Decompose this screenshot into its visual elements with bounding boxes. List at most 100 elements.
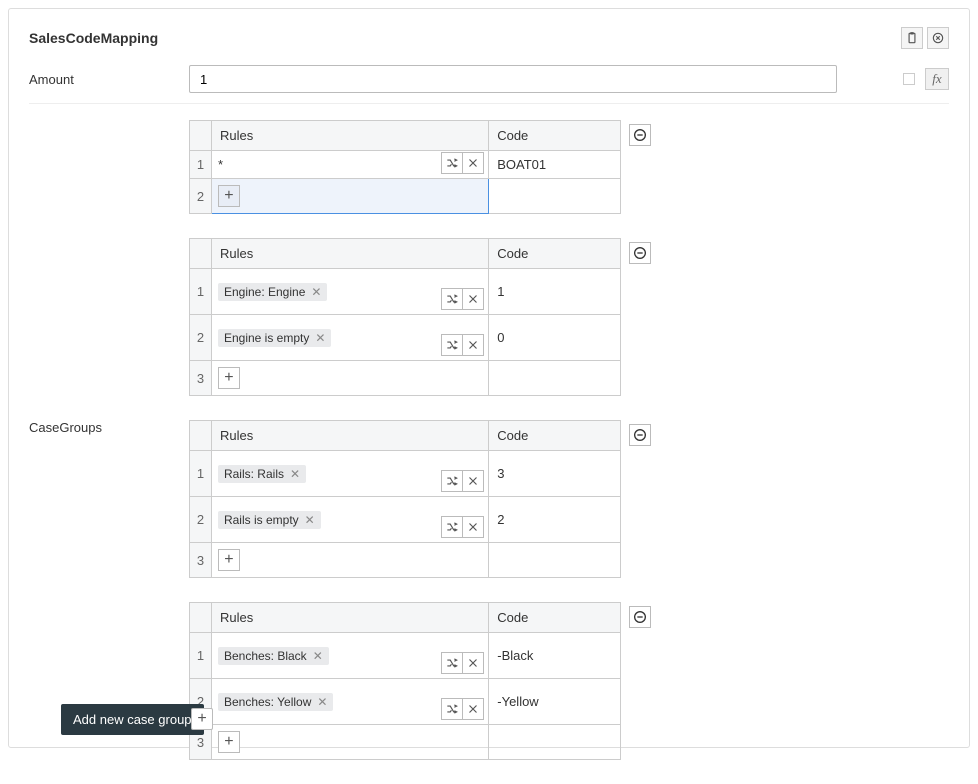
rule-cell[interactable]: Rails: Rails✕ xyxy=(211,451,488,497)
case-group-table: RulesCode1*BOAT012+ xyxy=(189,120,621,214)
clear-rule-button[interactable] xyxy=(462,288,484,310)
rule-tag[interactable]: Engine is empty✕ xyxy=(218,329,331,347)
rule-tag-text: Benches: Yellow xyxy=(224,695,311,709)
rule-cell[interactable]: Benches: Yellow ✕ xyxy=(211,679,488,725)
col-rules-header: Rules xyxy=(211,239,488,269)
shuffle-icon xyxy=(445,292,459,306)
case-group-table: RulesCode1Benches: Black✕-Black2Benches:… xyxy=(189,602,621,760)
rule-actions xyxy=(442,652,484,674)
add-rule-cell: + xyxy=(211,179,488,214)
col-idx-header xyxy=(190,121,212,151)
clear-rule-button[interactable] xyxy=(462,470,484,492)
table-row: 3+ xyxy=(190,725,621,760)
amount-row: Amount fx xyxy=(29,65,949,93)
clear-rule-button[interactable] xyxy=(462,698,484,720)
minus-circle-icon xyxy=(632,127,648,143)
sales-code-mapping-panel: SalesCodeMapping Amount fx CaseGroups Ru… xyxy=(8,8,970,748)
add-rule-button[interactable]: + xyxy=(218,549,240,571)
rule-cell[interactable]: * xyxy=(211,151,488,179)
code-cell[interactable] xyxy=(489,725,621,760)
row-index: 3 xyxy=(190,361,212,396)
clear-rule-button[interactable] xyxy=(462,152,484,174)
amount-checkbox[interactable] xyxy=(903,73,915,85)
code-cell[interactable]: 0 xyxy=(489,315,621,361)
rule-tag-text: Benches: Black xyxy=(224,649,307,663)
add-rule-cell: + xyxy=(211,725,488,760)
remove-tag-icon[interactable]: ✕ xyxy=(290,467,300,481)
shuffle-button[interactable] xyxy=(441,288,463,310)
rule-tag[interactable]: Rails is empty✕ xyxy=(218,511,321,529)
shuffle-button[interactable] xyxy=(441,652,463,674)
code-cell[interactable]: -Black xyxy=(489,633,621,679)
collapse-group-button[interactable] xyxy=(629,424,651,446)
x-icon xyxy=(466,702,480,716)
table-row: 2 Engine is empty✕ 0 xyxy=(190,315,621,361)
add-rule-button[interactable]: + xyxy=(218,367,240,389)
amount-input[interactable] xyxy=(189,65,837,93)
shuffle-icon xyxy=(445,702,459,716)
clear-rule-button[interactable] xyxy=(462,516,484,538)
x-icon xyxy=(466,156,480,170)
collapse-group-button[interactable] xyxy=(629,242,651,264)
table-row: 2 Rails is empty✕ 2 xyxy=(190,497,621,543)
remove-tag-icon[interactable]: ✕ xyxy=(311,285,321,299)
add-case-group-button[interactable]: + xyxy=(191,708,213,730)
remove-tag-icon[interactable]: ✕ xyxy=(313,649,323,663)
remove-tag-icon[interactable]: ✕ xyxy=(315,331,325,345)
row-index: 2 xyxy=(190,497,212,543)
x-icon xyxy=(466,520,480,534)
row-index: 1 xyxy=(190,269,212,315)
shuffle-button[interactable] xyxy=(441,334,463,356)
minus-circle-icon xyxy=(632,609,648,625)
shuffle-button[interactable] xyxy=(441,470,463,492)
code-cell[interactable]: 1 xyxy=(489,269,621,315)
x-icon xyxy=(466,656,480,670)
rule-cell[interactable]: Rails is empty✕ xyxy=(211,497,488,543)
clear-rule-button[interactable] xyxy=(462,652,484,674)
code-cell[interactable] xyxy=(489,361,621,396)
shuffle-icon xyxy=(445,656,459,670)
code-cell[interactable]: 2 xyxy=(489,497,621,543)
collapse-group-button[interactable] xyxy=(629,606,651,628)
clipboard-button[interactable] xyxy=(901,27,923,49)
row-index: 2 xyxy=(190,179,212,214)
rule-actions xyxy=(442,516,484,538)
rule-tag[interactable]: Benches: Yellow ✕ xyxy=(218,693,333,711)
code-cell[interactable]: BOAT01 xyxy=(489,151,621,179)
col-rules-header: Rules xyxy=(211,121,488,151)
rule-cell[interactable]: Engine is empty✕ xyxy=(211,315,488,361)
remove-tag-icon[interactable]: ✕ xyxy=(317,695,327,709)
collapse-group-button[interactable] xyxy=(629,124,651,146)
code-cell[interactable] xyxy=(489,543,621,578)
add-rule-button[interactable]: + xyxy=(218,731,240,753)
code-cell[interactable] xyxy=(489,179,621,214)
shuffle-button[interactable] xyxy=(441,516,463,538)
rule-actions xyxy=(442,470,484,492)
rule-tag[interactable]: Engine: Engine✕ xyxy=(218,283,327,301)
rule-tag[interactable]: Benches: Black ✕ xyxy=(218,647,329,665)
col-code-header: Code xyxy=(489,421,621,451)
panel-title: SalesCodeMapping xyxy=(29,30,158,46)
table-row: 2Benches: Yellow✕-Yellow xyxy=(190,679,621,725)
shuffle-button[interactable] xyxy=(441,152,463,174)
shuffle-icon xyxy=(445,338,459,352)
case-group: RulesCode1Benches: Black✕-Black2Benches:… xyxy=(189,602,621,760)
col-rules-header: Rules xyxy=(211,421,488,451)
clear-rule-button[interactable] xyxy=(462,334,484,356)
code-cell[interactable]: 3 xyxy=(489,451,621,497)
remove-tag-icon[interactable]: ✕ xyxy=(305,513,315,527)
table-row: 1Rails: Rails✕3 xyxy=(190,451,621,497)
rule-cell[interactable]: Benches: Black ✕ xyxy=(211,633,488,679)
rule-tag[interactable]: Rails: Rails✕ xyxy=(218,465,306,483)
table-row: 1Benches: Black✕-Black xyxy=(190,633,621,679)
add-rule-button[interactable]: + xyxy=(218,185,240,207)
amount-label: Amount xyxy=(29,72,177,87)
shuffle-button[interactable] xyxy=(441,698,463,720)
col-rules-header: Rules xyxy=(211,603,488,633)
clear-button[interactable] xyxy=(927,27,949,49)
code-cell[interactable]: -Yellow xyxy=(489,679,621,725)
row-index: 2 xyxy=(190,315,212,361)
fx-button[interactable]: fx xyxy=(925,68,949,90)
rule-cell[interactable]: Engine: Engine✕ xyxy=(211,269,488,315)
col-code-header: Code xyxy=(489,121,621,151)
